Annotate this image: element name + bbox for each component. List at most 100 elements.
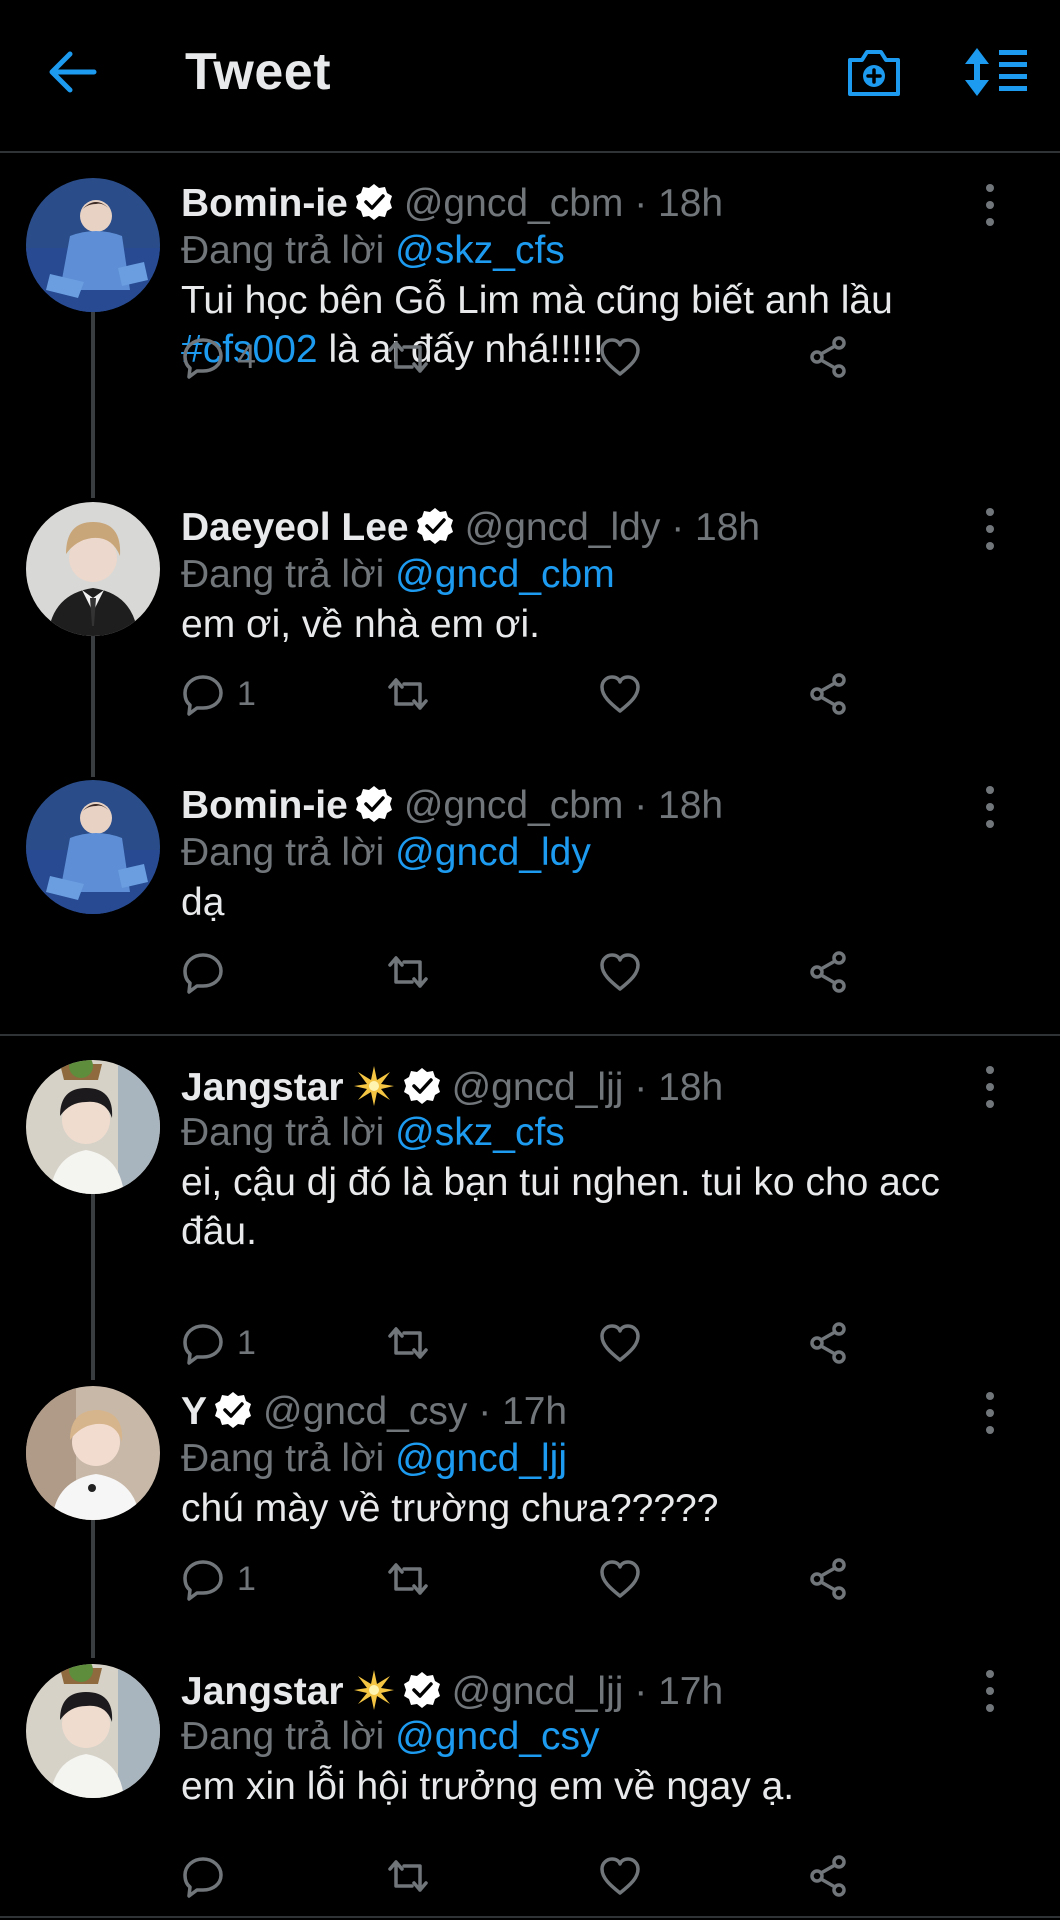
sort-icon[interactable]	[963, 46, 1031, 98]
reply-icon	[183, 1560, 223, 1601]
mention-link[interactable]: @gncd_cbm	[395, 553, 615, 596]
like-button[interactable]	[598, 1554, 642, 1604]
share-button[interactable]	[806, 669, 850, 719]
replying-to: Đang trả lời @skz_cfs	[181, 229, 565, 273]
share-icon	[810, 1322, 846, 1364]
share-button[interactable]	[806, 1318, 850, 1368]
avatar[interactable]	[26, 178, 160, 312]
avatar[interactable]	[26, 1664, 160, 1798]
user-handle[interactable]: @gncd_ldy	[465, 506, 661, 549]
retweet-button[interactable]	[386, 1554, 430, 1604]
share-button[interactable]	[806, 1554, 850, 1604]
more-vertical-icon[interactable]	[978, 1062, 1002, 1112]
display-name[interactable]: Bomin-ie	[181, 182, 348, 225]
like-button[interactable]	[598, 332, 642, 382]
more-vertical-icon[interactable]	[978, 1388, 1002, 1438]
retweet-icon	[388, 1327, 428, 1359]
retweet-button[interactable]	[386, 332, 430, 382]
replying-to: Đang trả lời @gncd_ldy	[181, 831, 591, 875]
heart-icon	[600, 953, 640, 991]
mention-link[interactable]: @skz_cfs	[395, 1111, 565, 1154]
timestamp: · 18h	[634, 182, 724, 225]
retweet-icon	[388, 956, 428, 988]
replying-label: Đang trả lời	[181, 1715, 396, 1758]
retweet-icon	[388, 1563, 428, 1595]
heart-icon	[600, 1324, 640, 1362]
tweet[interactable]: Jangstar @gncd_ljj · 18h Đang trả lời @sk…	[0, 1036, 1060, 1365]
retweet-icon	[388, 341, 428, 373]
verified-badge-icon	[355, 184, 392, 220]
share-icon	[810, 1558, 846, 1600]
retweet-button[interactable]	[386, 669, 430, 719]
reply-button[interactable]: 1	[181, 1318, 256, 1368]
display-name[interactable]: Bomin-ie	[181, 784, 348, 827]
mention-link[interactable]: @skz_cfs	[395, 229, 565, 272]
like-button[interactable]	[598, 947, 642, 997]
reply-button[interactable]	[181, 947, 237, 997]
more-vertical-icon[interactable]	[978, 180, 1002, 230]
replying-label: Đang trả lời	[181, 229, 396, 272]
reply-icon	[183, 1857, 223, 1898]
user-handle[interactable]: @gncd_ljj	[452, 1066, 624, 1109]
reply-button[interactable]: 1	[181, 1554, 256, 1604]
share-button[interactable]	[806, 947, 850, 997]
reply-count: 4	[237, 337, 256, 376]
camera-plus-icon[interactable]	[846, 46, 902, 98]
tweet-text: chú mày về trường chưa?????	[181, 1487, 719, 1530]
replying-label: Đang trả lời	[181, 831, 396, 874]
timestamp: · 18h	[634, 784, 724, 827]
display-name[interactable]: Jangstar	[181, 1066, 344, 1109]
mention-link[interactable]: @gncd_ljj	[395, 1437, 567, 1480]
like-button[interactable]	[598, 1851, 642, 1901]
heart-icon	[600, 675, 640, 713]
reply-button[interactable]	[181, 1851, 237, 1901]
reply-icon	[183, 338, 223, 379]
more-vertical-icon[interactable]	[978, 1666, 1002, 1716]
heart-icon	[600, 1560, 640, 1598]
share-icon	[810, 951, 846, 993]
avatar[interactable]	[26, 1060, 160, 1194]
user-handle[interactable]: @gncd_cbm	[404, 784, 624, 827]
mention-link[interactable]: @gncd_ldy	[395, 831, 591, 874]
retweet-icon	[388, 678, 428, 710]
verified-badge-icon	[416, 508, 453, 544]
display-name[interactable]: Jangstar	[181, 1670, 344, 1713]
tweet-text-part: Tui học bên Gỗ Lim mà cũng biết anh lầu	[181, 279, 893, 322]
user-handle[interactable]: @gncd_cbm	[404, 182, 624, 225]
tweet-text: em ơi, về nhà em ơi.	[181, 603, 540, 646]
user-handle[interactable]: @gncd_ljj	[452, 1670, 624, 1713]
heart-icon	[600, 1857, 640, 1895]
retweet-button[interactable]	[386, 947, 430, 997]
tweet-header: Daeyeol Lee @gncd_ldy · 18h	[181, 506, 760, 550]
share-button[interactable]	[806, 332, 850, 382]
display-name[interactable]: Y	[181, 1390, 207, 1433]
more-vertical-icon[interactable]	[978, 782, 1002, 832]
like-button[interactable]	[598, 1318, 642, 1368]
avatar[interactable]	[26, 780, 160, 914]
tweet[interactable]: Jangstar @gncd_ljj · 17h Đang trả lời @gn…	[0, 1640, 1060, 1920]
tweet[interactable]: Y @gncd_csy · 17h Đang trả lời @gncd_ljj …	[0, 1362, 1060, 1640]
replying-to: Đang trả lời @skz_cfs	[181, 1111, 565, 1155]
user-handle[interactable]: @gncd_csy	[263, 1390, 467, 1433]
more-vertical-icon[interactable]	[978, 504, 1002, 554]
display-name[interactable]: Daeyeol Lee	[181, 506, 409, 549]
tweet-header: Bomin-ie @gncd_cbm · 18h	[181, 784, 723, 828]
retweet-button[interactable]	[386, 1851, 430, 1901]
back-arrow-icon[interactable]	[44, 48, 100, 96]
tweet[interactable]: Daeyeol Lee @gncd_ldy · 18h Đang trả lời …	[0, 478, 1060, 756]
verified-badge-icon	[403, 1068, 440, 1104]
reply-button[interactable]: 1	[181, 669, 256, 719]
tweet[interactable]: Bomin-ie @gncd_cbm · 18h Đang trả lời @gn…	[0, 756, 1060, 1034]
tweet[interactable]: Bomin-ie @gncd_cbm · 18h Đang trả lời @sk…	[0, 154, 1060, 478]
reply-button[interactable]: 4	[181, 332, 256, 382]
share-button[interactable]	[806, 1851, 850, 1901]
retweet-icon	[388, 1860, 428, 1892]
like-button[interactable]	[598, 669, 642, 719]
timestamp: · 17h	[634, 1670, 724, 1713]
avatar[interactable]	[26, 502, 160, 636]
reply-count: 1	[237, 1323, 256, 1362]
tweet-actions: 1	[181, 1554, 881, 1604]
avatar[interactable]	[26, 1386, 160, 1520]
mention-link[interactable]: @gncd_csy	[395, 1715, 599, 1758]
retweet-button[interactable]	[386, 1318, 430, 1368]
